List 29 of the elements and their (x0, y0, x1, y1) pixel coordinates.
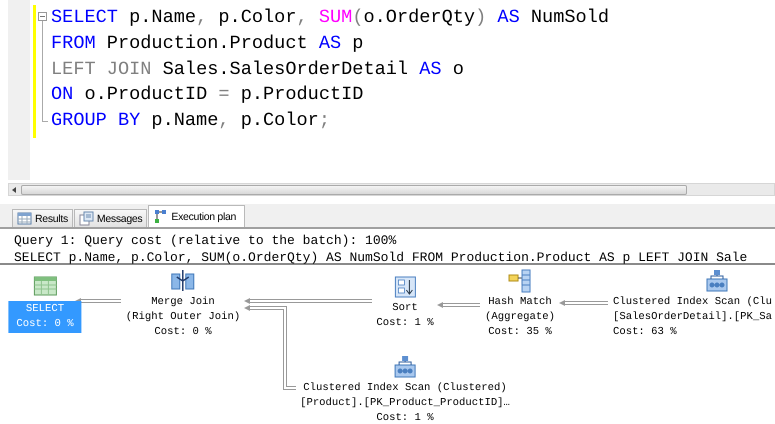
index-scan-icon[interactable] (705, 269, 729, 293)
connector-arrow (75, 298, 121, 304)
result-tab[interactable]: Execution plan (148, 205, 246, 227)
merge-join-icon[interactable] (171, 269, 195, 293)
result-tab[interactable]: Results (12, 209, 73, 227)
operator-label[interactable]: Clustered Index Scan (Clu [SalesOrderDetail].[PK_Sa Cost: 63 % (611, 295, 774, 340)
messages-icon (78, 211, 94, 226)
query-text: Query 1: Query cost (relative to the batch): 100% (14, 232, 398, 249)
horizontal-scrollbar[interactable] (8, 183, 775, 196)
sort-icon[interactable] (393, 275, 417, 299)
result-tab[interactable]: Messages (74, 209, 148, 227)
code-line: LEFT JOIN Sales.SalesOrderDetail AS o (51, 58, 465, 82)
grid-icon (17, 211, 32, 226)
operator-label[interactable]: Clustered Index Scan (Clustered) [Product].[PK_Product_ProductID]… Cost: 1 % (298, 381, 512, 424)
plan-icon (153, 209, 168, 224)
index-scan-icon[interactable] (393, 355, 417, 379)
connector-arrow (437, 302, 480, 308)
code-line: GROUP BY p.Name, p.Color; (51, 109, 331, 134)
operator-label[interactable]: Merge Join (Right Outer Join) Cost: 0 % (124, 295, 242, 340)
hash-match-icon[interactable] (508, 269, 532, 293)
code-line: FROM Production.Product AS p (51, 32, 364, 56)
scrollbar-thumb[interactable] (21, 184, 687, 194)
connector-arrow (559, 300, 608, 306)
operator-label[interactable]: Hash Match (Aggregate) Cost: 35 % (483, 295, 557, 340)
operator-label[interactable]: Sort Cost: 1 % (374, 301, 436, 331)
query-text: SELECT p.Name, p.Color, SUM(o.OrderQty) AS NumSold FROM Production.Product AS p LEFT JOIN Sale (14, 249, 748, 266)
code-line: SELECT p.Name, p.Color, SUM(o.OrderQty) AS NumSold (51, 6, 609, 30)
code-line: ON o.ProductID = p.ProductID (51, 83, 364, 108)
collapse-icon[interactable] (38, 12, 47, 21)
